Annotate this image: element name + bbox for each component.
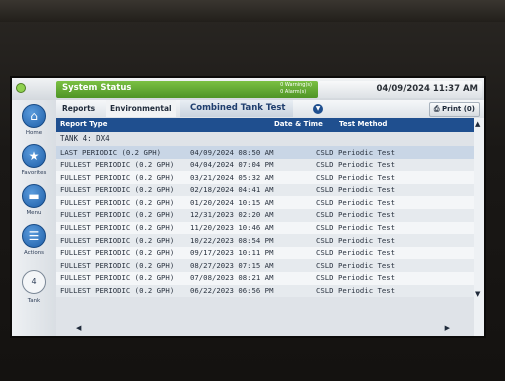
test-method-cell: CSLD Periodic Test	[316, 210, 396, 220]
table-row[interactable]: FULLEST PERIODIC (0.2 GPH) 01/20/2024 10:…	[56, 196, 474, 209]
date-time-cell: 02/18/2024 04:41 AM	[190, 185, 274, 195]
print-button[interactable]: ⎙ Print (0)	[428, 102, 480, 117]
report-type-cell: FULLEST PERIODIC (0.2 GPH)	[60, 197, 175, 207]
nav-menu-label: Menu	[26, 210, 42, 216]
test-method-cell: CSLD Periodic Test	[316, 197, 396, 207]
table-row[interactable]: FULLEST PERIODIC (0.2 GPH) 06/22/2023 06:…	[56, 284, 474, 298]
status-title: System Status	[62, 83, 132, 93]
test-method-cell: CSLD Periodic Test	[316, 286, 396, 296]
table-header: Report Type Date & Time Test Method	[56, 118, 474, 132]
table-row[interactable]: FULLEST PERIODIC (0.2 GPH) 03/21/2024 05:…	[56, 171, 474, 184]
report-type-cell: FULLEST PERIODIC (0.2 GPH)	[60, 248, 175, 258]
table-row[interactable]: LAST PERIODIC (0.2 GPH) 04/09/2024 08:50 …	[56, 146, 474, 159]
report-type-cell: LAST PERIODIC (0.2 GPH)	[60, 147, 162, 157]
table-row[interactable]: FULLEST PERIODIC (0.2 GPH) 09/17/2023 10:…	[56, 246, 474, 260]
table-row[interactable]: FULLEST PERIODIC (0.2 GPH) 02/18/2024 04:…	[56, 183, 474, 197]
test-method-cell: CSLD Periodic Test	[316, 160, 396, 170]
star-icon: ★	[22, 144, 46, 168]
chevron-down-icon[interactable]: ▼	[313, 104, 323, 114]
left-nav: ⌂ Home ★ Favorites ▬ Menu ☰ Actions 4 Ta…	[12, 100, 56, 336]
scrollbar[interactable]: ▲ ▼	[474, 118, 484, 336]
alarm-count: 0 Alarm(s)	[280, 88, 307, 95]
report-type-cell: FULLEST PERIODIC (0.2 GPH)	[60, 286, 175, 296]
status-counts: 0 Warning(s) 0 Alarm(s)	[280, 82, 312, 95]
home-icon: ⌂	[22, 104, 46, 128]
breadcrumb-reports[interactable]: Reports	[62, 100, 95, 117]
test-method-cell: CSLD Periodic Test	[316, 223, 396, 233]
scroll-right-icon[interactable]: ▶	[445, 324, 450, 332]
column-header-report-type[interactable]: Report Type	[60, 120, 107, 128]
test-method-cell: CSLD Periodic Test	[316, 172, 396, 182]
breadcrumb-environmental[interactable]: Environmental	[106, 100, 176, 117]
date-time-cell: 08/27/2023 07:15 AM	[190, 260, 274, 270]
date-time-cell: 11/20/2023 10:46 AM	[190, 223, 274, 233]
test-method-cell: CSLD Periodic Test	[316, 248, 396, 258]
system-status-button[interactable]: System Status 0 Warning(s) 0 Alarm(s)	[56, 81, 318, 98]
date-time-cell: 04/04/2024 07:04 PM	[190, 160, 274, 170]
warning-count: 0 Warning(s)	[280, 82, 312, 88]
test-method-cell: CSLD Periodic Test	[316, 273, 396, 283]
date-time-cell: 04/09/2024 08:50 AM	[190, 147, 274, 157]
date-time-cell: 06/22/2023 06:56 PM	[190, 286, 274, 296]
date-time-cell: 01/20/2024 10:15 AM	[190, 197, 274, 207]
horizontal-scroll: ◀ ▶	[56, 324, 474, 336]
report-type-cell: FULLEST PERIODIC (0.2 GPH)	[60, 210, 175, 220]
table-row[interactable]: FULLEST PERIODIC (0.2 GPH) 11/20/2023 10:…	[56, 221, 474, 235]
report-type-cell: FULLEST PERIODIC (0.2 GPH)	[60, 160, 175, 170]
report-type-cell: FULLEST PERIODIC (0.2 GPH)	[60, 223, 175, 233]
table-row[interactable]: FULLEST PERIODIC (0.2 GPH) 12/31/2023 02:…	[56, 208, 474, 222]
breadcrumb: Reports Environmental Combined Tank Test…	[56, 100, 484, 117]
test-method-cell: CSLD Periodic Test	[316, 235, 396, 245]
test-method-cell: CSLD Periodic Test	[316, 260, 396, 270]
report-type-cell: FULLEST PERIODIC (0.2 GPH)	[60, 260, 175, 270]
status-bar: System Status 0 Warning(s) 0 Alarm(s) 04…	[12, 78, 484, 100]
menu-icon: ▬	[22, 184, 46, 208]
system-datetime: 04/09/2024 11:37 AM	[318, 81, 482, 98]
column-header-date-time[interactable]: Date & Time	[274, 120, 323, 128]
table-row[interactable]: FULLEST PERIODIC (0.2 GPH) 10/22/2023 08:…	[56, 234, 474, 247]
table-row[interactable]: FULLEST PERIODIC (0.2 GPH) 08/27/2023 07:…	[56, 259, 474, 272]
date-time-cell: 12/31/2023 02:20 AM	[190, 210, 274, 220]
tank-number: 4	[22, 270, 46, 294]
date-time-cell: 03/21/2024 05:32 AM	[190, 172, 274, 182]
nav-actions-label: Actions	[23, 250, 45, 256]
scroll-down-icon[interactable]: ▼	[475, 290, 480, 298]
breadcrumb-combined-tank-test[interactable]: Combined Tank Test	[180, 100, 294, 117]
system-status-indicator[interactable]	[16, 83, 26, 93]
column-header-test-method[interactable]: Test Method	[339, 120, 387, 128]
touch-screen: System Status 0 Warning(s) 0 Alarm(s) 04…	[12, 78, 484, 336]
test-method-cell: CSLD Periodic Test	[316, 147, 396, 157]
date-time-cell: 07/08/2023 08:21 AM	[190, 273, 274, 283]
tank-group-label: TANK 4: DX4	[60, 134, 110, 143]
test-method-cell: CSLD Periodic Test	[316, 185, 396, 195]
nav-favorites-label: Favorites	[21, 170, 47, 176]
scroll-up-icon[interactable]: ▲	[475, 120, 480, 128]
printer-icon: ⎙	[433, 105, 442, 113]
list-icon: ☰	[22, 224, 46, 248]
bezel-top-edge	[0, 0, 505, 22]
nav-tank-label: Tank	[27, 298, 41, 304]
date-time-cell: 10/22/2023 08:54 PM	[190, 235, 274, 245]
scroll-left-icon[interactable]: ◀	[76, 324, 81, 332]
table-row[interactable]: FULLEST PERIODIC (0.2 GPH) 07/08/2023 08:…	[56, 271, 474, 285]
table-row[interactable]: FULLEST PERIODIC (0.2 GPH) 04/04/2024 07:…	[56, 158, 474, 172]
report-type-cell: FULLEST PERIODIC (0.2 GPH)	[60, 172, 175, 182]
print-label: Print (0)	[441, 105, 475, 113]
report-type-cell: FULLEST PERIODIC (0.2 GPH)	[60, 273, 175, 283]
report-type-cell: FULLEST PERIODIC (0.2 GPH)	[60, 185, 175, 195]
report-rows: LAST PERIODIC (0.2 GPH) 04/09/2024 08:50 …	[56, 146, 474, 298]
date-time-cell: 09/17/2023 10:11 PM	[190, 248, 274, 258]
nav-home-label: Home	[25, 130, 43, 136]
report-type-cell: FULLEST PERIODIC (0.2 GPH)	[60, 235, 175, 245]
